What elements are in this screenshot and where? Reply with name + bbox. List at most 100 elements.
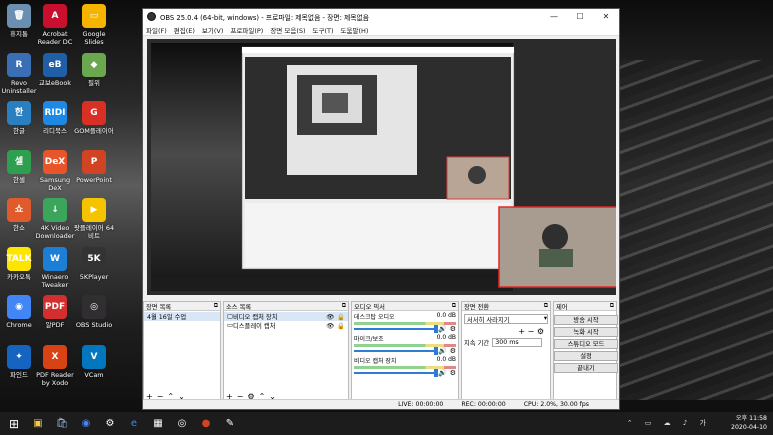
start-button[interactable]: ⊞ [4, 414, 24, 434]
clock[interactable]: 오후 11:58 2020-04-10 [731, 414, 767, 432]
powerpoint-taskbar-icon[interactable]: ● [196, 414, 216, 434]
desktop-icon[interactable]: ◆ 필위 [72, 53, 116, 87]
desktop-icon[interactable]: A Acrobat Reader DC [33, 4, 77, 46]
menu-bar: 파일(F) 편집(E) 보기(V) 프로파일(P) 장면 모음(S) 도구(T) 도움말(H… [143, 24, 619, 36]
obs-taskbar-icon[interactable]: ◎ [172, 414, 192, 434]
scenes-title: 장면 목록 [146, 303, 172, 311]
menu-item[interactable]: 보기(V) [202, 25, 223, 35]
mixer-track: 마이크/보조 0.0 dB 🔊 ⚙ [352, 333, 458, 355]
desktop-icon[interactable]: PDF 알PDF [33, 295, 77, 329]
settings-icon[interactable]: ⚙ [100, 414, 120, 434]
desktop-icon[interactable]: G GOM플레이어 [72, 101, 116, 135]
transition-select[interactable]: 서서히 사라지기 ▾ [464, 314, 548, 324]
desktop-icon[interactable]: DeX Samsung DeX [33, 150, 77, 192]
desktop-icon[interactable]: V VCam [72, 345, 116, 379]
speaker-icon[interactable]: 🔊 [438, 347, 447, 355]
obs-window[interactable]: OBS 25.0.4 (64-bit, windows) - 프로파일: 제목없… [142, 8, 620, 410]
desktop-icon[interactable]: X PDF Reader by Xodo [33, 345, 77, 387]
app-icon: ✦ [7, 345, 31, 369]
duration-label: 지속 기간 [464, 340, 490, 347]
volume-slider[interactable]: 🔊 ⚙ [354, 347, 456, 355]
gear-icon[interactable]: ⚙ [450, 325, 456, 333]
source-item[interactable]: ▢ 비디오 캡처 장치 👁 🔒 [224, 312, 348, 321]
desktop-icon-label: Winaero Tweaker [41, 273, 69, 289]
pen-icon[interactable]: ✎ [220, 414, 240, 434]
desktop-icon[interactable]: W Winaero Tweaker [33, 247, 77, 289]
app-icon: 셀 [7, 150, 31, 174]
float-icon[interactable]: ⧉ [214, 302, 220, 310]
start-recording-button[interactable]: 녹화 시작 [554, 327, 618, 337]
scene-item[interactable]: 4월 16일 수업 [144, 312, 220, 321]
menu-item[interactable]: 편집(E) [174, 25, 195, 35]
sources-title: 소스 목록 [226, 303, 252, 311]
menu-item[interactable]: 장면 모음(S) [270, 25, 305, 35]
wallpaper-rocks [613, 60, 773, 400]
track-name: 마이크/보조 [354, 336, 384, 343]
studio-mode-button[interactable]: 스튜디오 모드 [554, 339, 618, 349]
duration-input[interactable]: 300 ms [492, 338, 543, 347]
app-icon: ◆ [82, 53, 106, 77]
desktop-icon[interactable]: P PowerPoint [72, 150, 116, 184]
desktop-icon[interactable]: ▭ Google Slides [72, 4, 116, 46]
gear-icon[interactable]: ⚙ [450, 347, 456, 355]
exit-button[interactable]: 끝내기 [554, 363, 618, 373]
gear-icon[interactable]: ⚙ [450, 369, 456, 377]
remove-transition-icon[interactable]: − [528, 327, 535, 336]
desktop-icon-label: Samsung DeX [39, 176, 71, 192]
float-icon[interactable]: ⧉ [342, 302, 348, 310]
app-icon: ◉ [7, 295, 31, 319]
sources-dock: 소스 목록 ⧉ ▢ 비디오 캡처 장치 👁 🔒 ▭ 디스플레이 캡처 👁 🔒 + − ⚙ ⌃ ⌄ [223, 301, 349, 403]
float-icon[interactable]: ⧉ [544, 302, 550, 310]
menu-item[interactable]: 도구(T) [313, 25, 334, 35]
chrome-icon[interactable]: ◉ [76, 414, 96, 434]
source-label: 비디오 캡처 장치 [232, 314, 278, 321]
security-icon[interactable]: ▦ [148, 414, 168, 434]
minimize-icon[interactable]: — [541, 12, 567, 21]
preview-canvas[interactable] [147, 39, 618, 295]
app-icon: 쇼 [7, 198, 31, 222]
lock-icon[interactable]: 🔒 [337, 313, 345, 321]
edge-icon[interactable]: e [124, 414, 144, 434]
menu-item[interactable]: 프로파일(P) [230, 25, 263, 35]
maximize-icon[interactable]: ☐ [567, 12, 593, 21]
app-icon: 한 [7, 101, 31, 125]
app-icon: ▭ [82, 4, 106, 28]
app-icon: V [82, 345, 106, 369]
file-explorer-icon[interactable]: ▣ [28, 414, 48, 434]
obs-titlebar[interactable]: OBS 25.0.4 (64-bit, windows) - 프로파일: 제목없… [143, 9, 619, 24]
desktop-icon-label: GOM플레이어 [74, 127, 114, 135]
volume-slider[interactable]: 🔊 ⚙ [354, 325, 456, 333]
speaker-icon[interactable]: 🔊 [438, 325, 447, 333]
volume-slider[interactable]: 🔊 ⚙ [354, 369, 456, 377]
lock-icon[interactable]: 🔒 [337, 322, 345, 330]
control-buttons: 방송 시작녹화 시작스튜디오 모드설정끝내기 [554, 311, 618, 373]
add-transition-icon[interactable]: + [518, 327, 525, 336]
desktop-icon[interactable]: eB 교보eBook [33, 53, 77, 87]
settings-button[interactable]: 설정 [554, 351, 618, 361]
desktop-icon[interactable]: 5K 5KPlayer [72, 247, 116, 281]
desktop-icon[interactable]: ◎ OBS Studio [72, 295, 116, 329]
source-item[interactable]: ▭ 디스플레이 캡처 👁 🔒 [224, 321, 348, 330]
desktop-icon[interactable]: ↓ 4K Video Downloader [33, 198, 77, 240]
float-icon[interactable]: ⧉ [452, 302, 458, 310]
desktop-icon[interactable]: ▶ 팟플레이어 64 비트 [72, 198, 116, 240]
system-tray-icons[interactable]: ⌃ ▭ ☁ ♪ 가 [627, 418, 711, 428]
taskbar: ⊞ ▣ 🛍 ◉ ⚙ e ▦ ◎ ● ✎ ⌃ ▭ ☁ ♪ 가 오후 11:58 2… [0, 412, 773, 435]
store-icon[interactable]: 🛍 [52, 414, 72, 434]
track-name: 데스크탑 오디오 [354, 314, 395, 321]
desktop-icon-label: VCam [84, 371, 104, 379]
visibility-icon[interactable]: 👁 [326, 313, 334, 321]
close-icon[interactable]: ✕ [593, 12, 619, 21]
app-icon: PDF [43, 295, 67, 319]
start-streaming-button[interactable]: 방송 시작 [554, 315, 618, 325]
desktop-icon[interactable]: RIDI 리디북스 [33, 101, 77, 135]
app-icon: R [7, 53, 31, 77]
menu-item[interactable]: 도움말(H) [341, 25, 369, 35]
clock-date: 2020-04-10 [731, 424, 767, 431]
app-icon: ↓ [43, 198, 67, 222]
float-icon[interactable]: ⧉ [610, 302, 616, 310]
visibility-icon[interactable]: 👁 [326, 322, 334, 330]
menu-item[interactable]: 파일(F) [146, 25, 167, 35]
gear-icon[interactable]: ⚙ [537, 327, 544, 336]
speaker-icon[interactable]: 🔊 [438, 369, 447, 377]
